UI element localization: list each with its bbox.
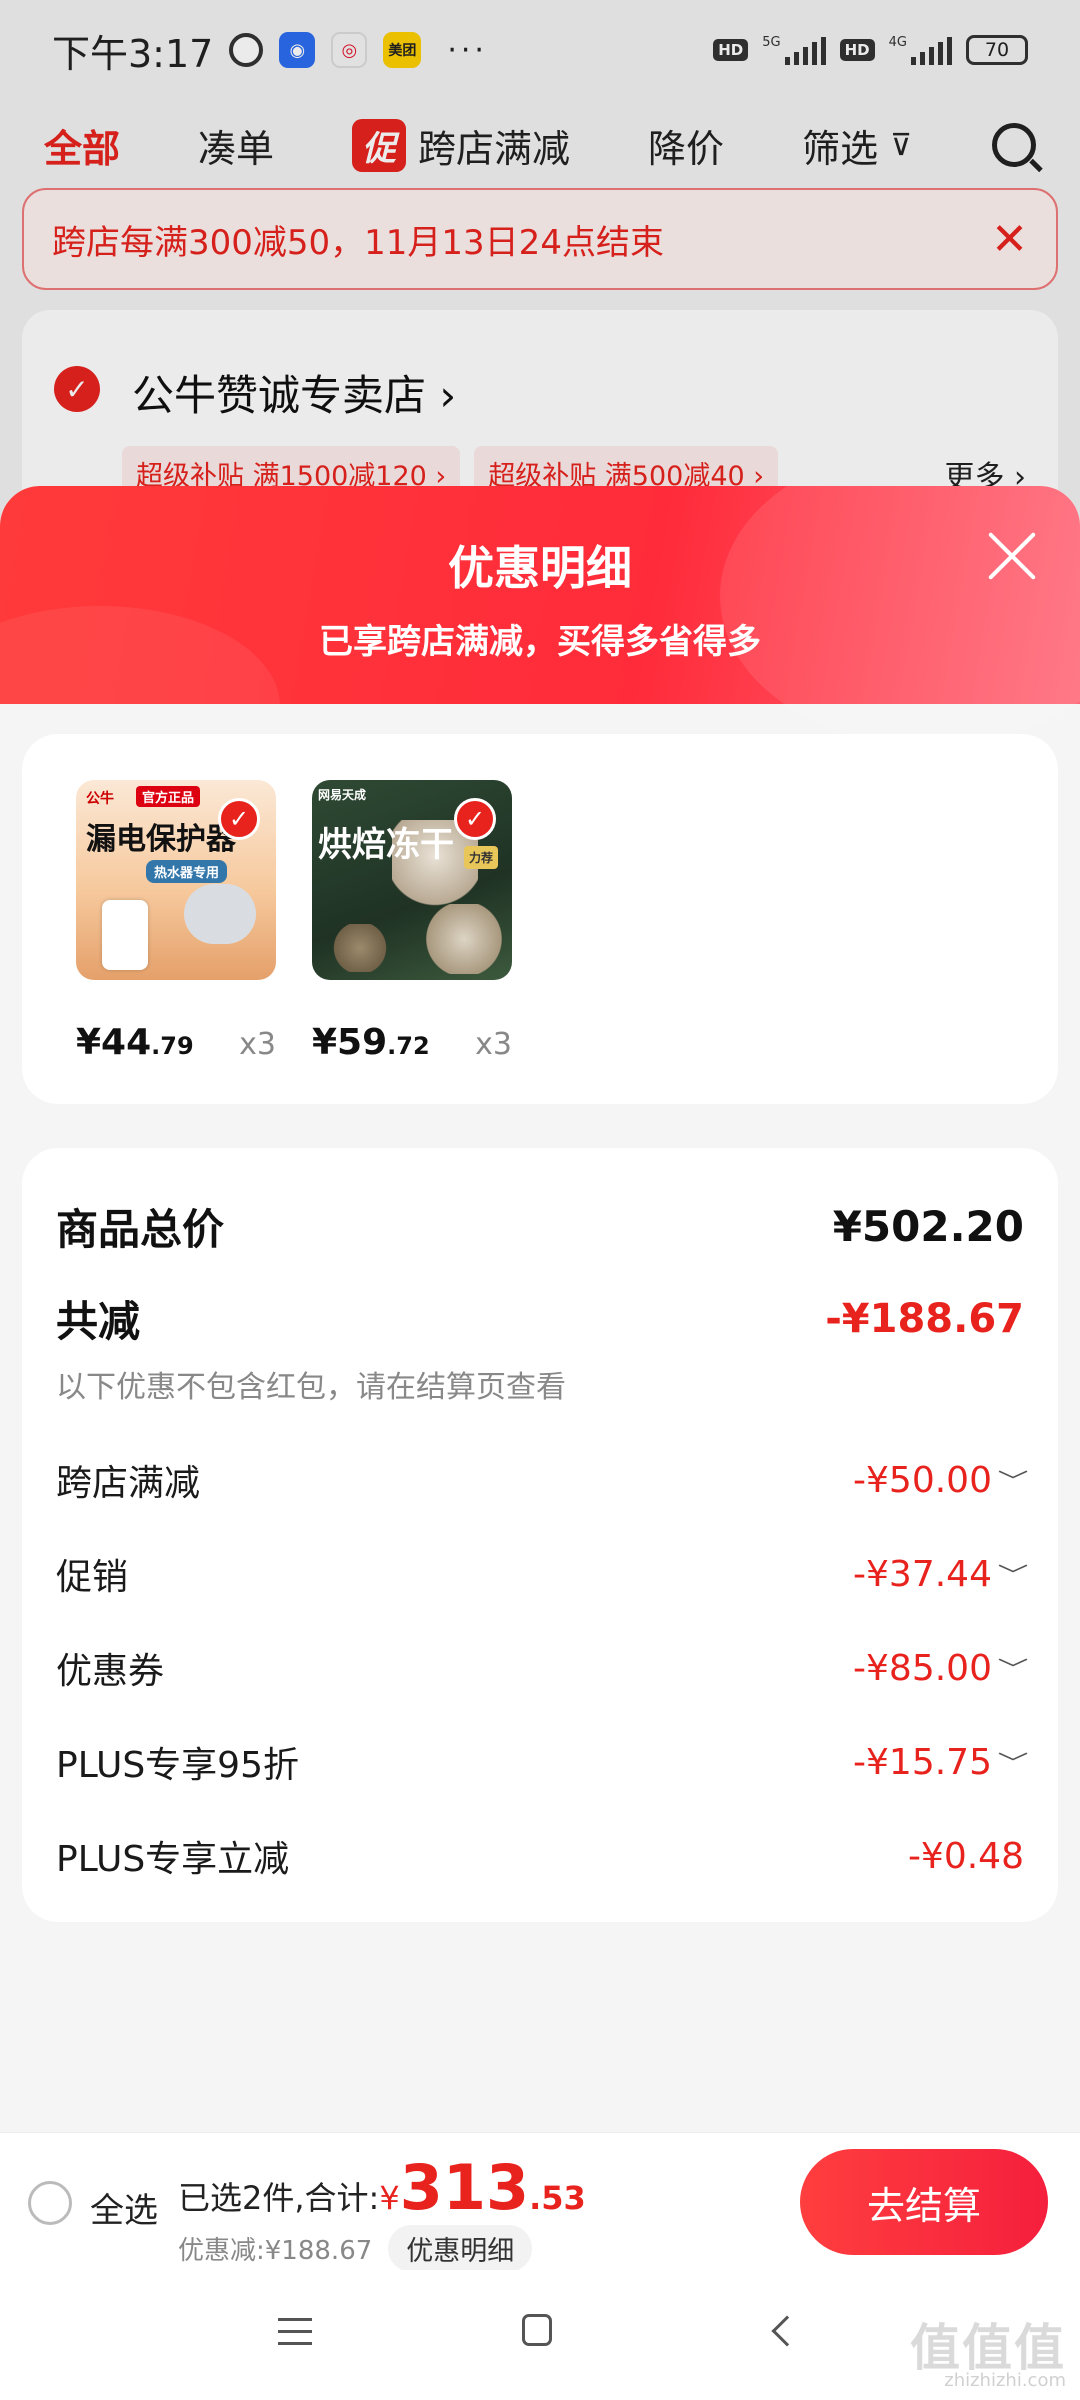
product-price-dec: .79 bbox=[151, 1032, 194, 1060]
product-quantity: x3 bbox=[239, 1027, 276, 1062]
sheet-title: 优惠明细 bbox=[448, 541, 632, 595]
socket-illustration bbox=[102, 900, 148, 970]
discount-summary: 优惠减:¥188.67 优惠明细 bbox=[178, 2225, 533, 2272]
total-decimal: .53 bbox=[529, 2179, 586, 2217]
product-thumbnail: 公牛 官方正品 漏电保护器 热水器专用 ✓ bbox=[76, 780, 276, 980]
selected-count-text: 已选2件,合计: bbox=[178, 2179, 380, 2217]
select-all-checkbox[interactable] bbox=[28, 2181, 72, 2225]
discount-amount: -¥85.00 bbox=[853, 1647, 992, 1689]
product-price: ¥59.72 bbox=[312, 1022, 430, 1063]
sheet-subtitle: 已享跨店满减，买得多省得多 bbox=[319, 622, 761, 662]
cat-illustration bbox=[424, 904, 504, 974]
product-price-dec: .72 bbox=[387, 1032, 430, 1060]
product-price-int: ¥59 bbox=[312, 1022, 388, 1063]
product-thumbnail: 网易天成 烘焙冻干 力荐 ✓ bbox=[312, 780, 512, 980]
discount-amount: -¥50.00 bbox=[853, 1459, 992, 1501]
discount-row-plus-95[interactable]: PLUS专享95折 -¥15.75 ﹀ bbox=[56, 1736, 1028, 1788]
chevron-down-icon: ﹀ bbox=[997, 1470, 1029, 1495]
checkmark-icon: ✓ bbox=[454, 798, 496, 840]
discount-detail-button[interactable]: 优惠明细 bbox=[388, 2225, 533, 2272]
chevron-down-icon: ﹀ bbox=[997, 1658, 1029, 1683]
price-summary-card: 商品总价 ¥502.20 共减 -¥188.67 以下优惠不包含红包，请在结算页… bbox=[22, 1148, 1058, 1922]
discount-label: 优惠券 bbox=[56, 1651, 165, 1692]
water-heater-illustration bbox=[184, 884, 256, 944]
product-image-brand: 公牛 bbox=[86, 791, 114, 807]
chevron-down-icon: ﹀ bbox=[997, 1752, 1029, 1777]
discount-label: PLUS专享95折 bbox=[56, 1745, 299, 1786]
discount-label: 促销 bbox=[56, 1557, 129, 1598]
discount-row-coupon[interactable]: 优惠券 -¥85.00 ﹀ bbox=[56, 1642, 1028, 1694]
product-image-badge: 力荐 bbox=[463, 846, 498, 869]
summary-total-value: ¥502.20 bbox=[832, 1202, 1024, 1251]
product-image-text: 漏电保护器 bbox=[86, 822, 236, 857]
product-item[interactable]: 公牛 官方正品 漏电保护器 热水器专用 ✓ ¥44.79 x3 bbox=[76, 780, 276, 1063]
discount-amount: -¥0.48 bbox=[907, 1835, 1024, 1877]
discount-detail-sheet: 优惠明细 已享跨店满减，买得多省得多 公牛 官方正品 漏电保护器 热水器专用 ✓… bbox=[0, 486, 1080, 2132]
product-image-text: 烘焙冻干 bbox=[318, 825, 454, 865]
checkout-bar: 全选 已选2件,合计: ¥ 313 .53 优惠减:¥188.67 优惠明细 去… bbox=[0, 2132, 1080, 2272]
product-price-row: ¥44.79 x3 bbox=[76, 1022, 276, 1063]
discount-row-plus-instant: PLUS专享立减 -¥0.48 bbox=[56, 1830, 1024, 1882]
discount-row-promotion[interactable]: 促销 -¥37.44 ﹀ bbox=[56, 1548, 1028, 1600]
cart-total: 已选2件,合计: ¥ 313 .53 bbox=[178, 2151, 586, 2224]
summary-discount-label: 共减 bbox=[56, 1297, 141, 1346]
summary-total-row: 商品总价 ¥502.20 bbox=[56, 1196, 1024, 1257]
checkmark-icon: ✓ bbox=[218, 798, 260, 840]
selected-products-card: 公牛 官方正品 漏电保护器 热水器专用 ✓ ¥44.79 x3 网易天成 烘焙冻… bbox=[22, 734, 1058, 1104]
product-image-pill: 热水器专用 bbox=[146, 860, 228, 883]
watermark-url: zhizhizhi.com bbox=[944, 2370, 1066, 2391]
rabbit-illustration bbox=[332, 924, 388, 972]
product-price: ¥44.79 bbox=[76, 1022, 194, 1063]
discount-value: -¥85.00 ﹀ bbox=[853, 1647, 1028, 1689]
discount-value: -¥37.44 ﹀ bbox=[853, 1553, 1028, 1595]
total-currency: ¥ bbox=[379, 2179, 400, 2217]
discount-value: -¥15.75 ﹀ bbox=[853, 1741, 1028, 1783]
product-item[interactable]: 网易天成 烘焙冻干 力荐 ✓ ¥59.72 x3 bbox=[312, 780, 512, 1063]
select-all-label[interactable]: 全选 bbox=[90, 2183, 158, 2232]
sheet-header: 优惠明细 已享跨店满减，买得多省得多 bbox=[0, 486, 1080, 806]
chevron-down-icon: ﹀ bbox=[997, 1564, 1029, 1589]
close-icon[interactable] bbox=[984, 528, 1040, 584]
back-icon[interactable] bbox=[771, 2315, 803, 2347]
summary-note: 以下优惠不包含红包，请在结算页查看 bbox=[56, 1370, 566, 1405]
total-integer: 313 bbox=[399, 2151, 530, 2224]
product-image-brand: 网易天成 bbox=[318, 788, 367, 802]
product-price-int: ¥44 bbox=[76, 1022, 152, 1063]
discount-row-cross-store[interactable]: 跨店满减 -¥50.00 ﹀ bbox=[56, 1454, 1028, 1506]
discount-amount-text: 优惠减:¥188.67 bbox=[178, 2236, 373, 2266]
discount-label: 跨店满减 bbox=[56, 1463, 201, 1504]
discount-amount: -¥15.75 bbox=[853, 1741, 992, 1783]
menu-icon[interactable] bbox=[278, 2318, 312, 2346]
discount-value: -¥50.00 ﹀ bbox=[853, 1459, 1028, 1501]
product-quantity: x3 bbox=[475, 1027, 512, 1062]
product-image-tag: 官方正品 bbox=[136, 786, 201, 807]
summary-discount-value: -¥188.67 bbox=[825, 1295, 1024, 1342]
checkout-button[interactable]: 去结算 bbox=[800, 2149, 1048, 2255]
discount-amount: -¥37.44 bbox=[853, 1553, 992, 1595]
summary-total-label: 商品总价 bbox=[56, 1205, 225, 1254]
product-price-row: ¥59.72 x3 bbox=[312, 1022, 512, 1063]
discount-value: -¥0.48 bbox=[908, 1836, 1024, 1877]
discount-label: PLUS专享立减 bbox=[56, 1839, 290, 1880]
home-icon[interactable] bbox=[522, 2314, 552, 2346]
summary-discount-row: 共减 -¥188.67 bbox=[56, 1288, 1024, 1349]
